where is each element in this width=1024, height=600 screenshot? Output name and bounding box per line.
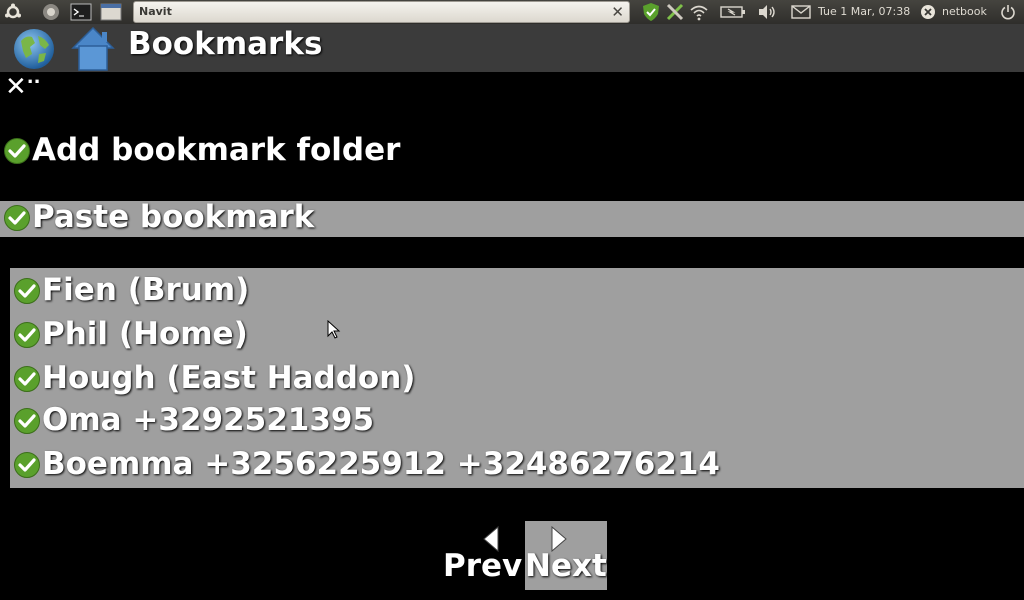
list-item[interactable]: Fien (Brum) <box>13 272 249 308</box>
add-bookmark-folder-label: Add bookmark folder <box>32 132 401 168</box>
globe-icon[interactable] <box>12 27 56 71</box>
add-bookmark-folder-button[interactable]: Add bookmark folder <box>3 132 400 168</box>
volume-icon[interactable] <box>755 2 779 22</box>
list-item[interactable]: Hough (East Haddon) <box>13 360 415 396</box>
user-status-icon[interactable] <box>918 2 938 22</box>
mail-icon[interactable] <box>789 2 813 22</box>
list-item[interactable]: Phil (Home) <box>13 316 248 352</box>
mouse-pointer-icon <box>327 319 341 340</box>
close-icon[interactable]: ✕ <box>611 3 624 21</box>
ubuntu-logo-icon[interactable] <box>3 2 23 22</box>
next-button[interactable]: Next <box>525 521 607 590</box>
check-icon <box>3 137 30 164</box>
check-icon <box>13 277 40 304</box>
next-label: Next <box>525 548 607 584</box>
list-item[interactable]: Boemma +3256225912 +32486276214 <box>13 446 720 482</box>
check-icon <box>13 407 40 434</box>
wifi-icon[interactable] <box>688 2 710 22</box>
close-menu-label: .. <box>26 67 41 88</box>
prev-button[interactable]: Prev <box>441 521 523 590</box>
taskbar-window-title: Navit <box>139 5 172 18</box>
paste-bookmark-button[interactable]: Paste bookmark <box>3 199 314 235</box>
close-icon: ✕ <box>5 72 27 102</box>
check-icon <box>13 451 40 478</box>
power-icon[interactable] <box>998 2 1018 22</box>
browser-launcher-icon[interactable] <box>38 2 64 22</box>
bookmark-label: Phil (Home) <box>42 316 248 352</box>
battery-icon[interactable] <box>719 2 747 22</box>
bookmark-label: Fien (Brum) <box>42 272 250 308</box>
bookmark-label: Oma +3292521395 <box>42 402 375 438</box>
check-icon <box>13 365 40 392</box>
check-icon <box>13 321 40 348</box>
user-name[interactable]: netbook <box>942 5 987 18</box>
taskbar-window-navit[interactable]: Navit ✕ <box>133 1 630 23</box>
home-icon[interactable] <box>69 24 117 72</box>
close-menu-button[interactable]: ✕.. <box>5 67 40 103</box>
terminal-launcher-icon[interactable] <box>68 2 94 22</box>
window-launcher-icon[interactable] <box>98 2 124 22</box>
check-icon <box>3 204 30 231</box>
clock[interactable]: Tue 1 Mar, 07:38 <box>818 5 910 18</box>
prev-label: Prev <box>443 548 523 584</box>
paste-bookmark-label: Paste bookmark <box>32 199 315 235</box>
system-panel: Navit ✕ Tue 1 Mar, 07:38 netbook <box>0 0 1024 24</box>
tools-icon[interactable] <box>664 2 686 22</box>
bookmark-label: Boemma +3256225912 +32486276214 <box>42 446 720 482</box>
page-title: Bookmarks <box>128 26 323 62</box>
bookmark-label: Hough (East Haddon) <box>42 360 416 396</box>
shield-check-icon[interactable] <box>640 2 662 22</box>
app-header: Bookmarks <box>0 24 1024 72</box>
list-item[interactable]: Oma +3292521395 <box>13 402 374 438</box>
